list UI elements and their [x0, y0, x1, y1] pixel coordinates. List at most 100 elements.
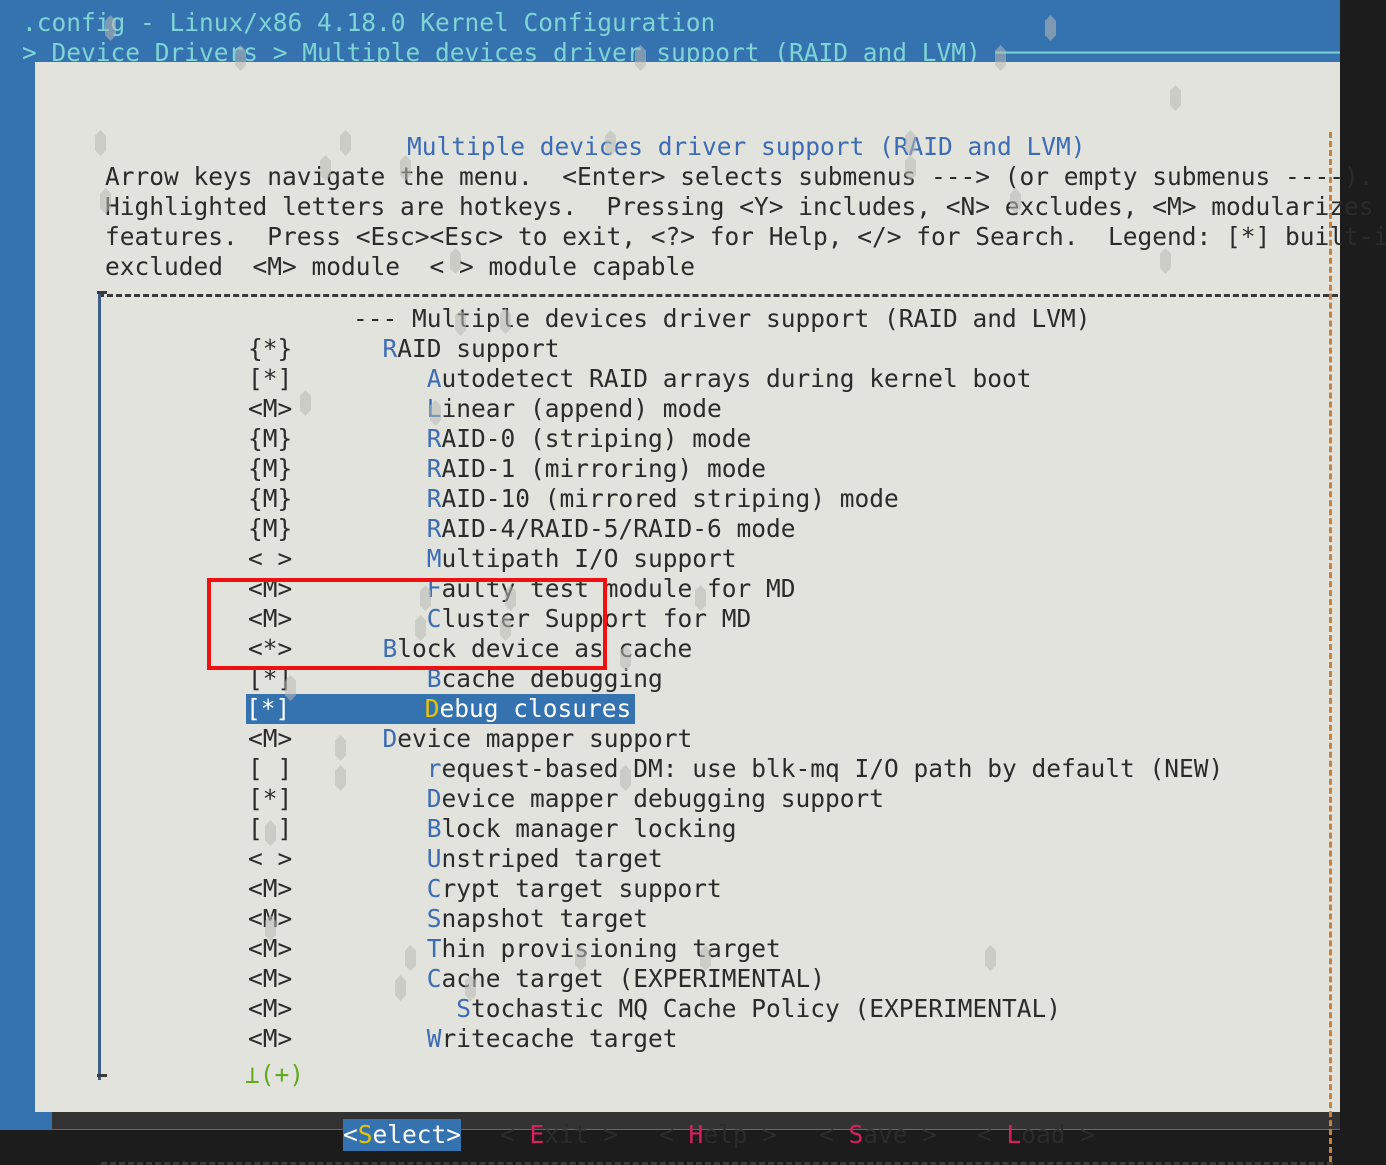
help-button[interactable]: < Help >	[659, 1119, 777, 1151]
menu-item-label: rypt target support	[441, 874, 722, 903]
menu-item[interactable]: {M} RAID-0 (striping) mode	[248, 424, 751, 454]
menu-item-label: napshot target	[441, 904, 649, 933]
menu-item-indent	[353, 1024, 427, 1053]
button-label: elect>	[372, 1120, 462, 1149]
menu-item-state: [*]	[248, 364, 293, 393]
menu-item-indent	[353, 994, 456, 1023]
menu-item[interactable]: [*] Debug closures	[246, 694, 636, 724]
dialog-button-bar: <Select> < Exit > < Help > < Save > < Lo…	[35, 1119, 1340, 1151]
menu-item[interactable]: {M} RAID-10 (mirrored striping) mode	[248, 484, 899, 514]
scroll-more-indicator: ⊥(+)	[245, 1060, 305, 1089]
menu-item-state: {M}	[248, 424, 293, 453]
menu-item-indent	[353, 424, 427, 453]
menu-item[interactable]: [*] Bcache debugging	[248, 664, 663, 694]
menu-list-box: --- Multiple devices driver support (RAI…	[97, 291, 1340, 1080]
menu-item-hotkey: B	[426, 664, 442, 693]
menu-item-hotkey: S	[426, 904, 442, 933]
menu-item[interactable]: [*] Device mapper debugging support	[248, 784, 884, 814]
menu-item[interactable]: [ ] Block manager locking	[248, 814, 737, 844]
select-button[interactable]: <Select>	[343, 1119, 462, 1151]
menu-item-state: <M>	[248, 874, 293, 903]
menu-item-label: tochastic MQ Cache Policy (EXPERIMENTAL)	[471, 994, 1062, 1023]
menu-item-label: AID-0 (striping) mode	[441, 424, 752, 453]
menu-item-indent	[353, 844, 427, 873]
help-line-2: Highlighted letters are hotkeys. Pressin…	[105, 192, 1374, 221]
menu-item[interactable]: --- Multiple devices driver support (RAI…	[248, 304, 1091, 334]
button-label: elp >	[703, 1120, 778, 1149]
menu-box-top-border	[98, 294, 1338, 297]
button-hotkey: S	[357, 1120, 373, 1149]
menu-item-label: ultipath I/O support	[441, 544, 737, 573]
menu-item-hotkey: R	[426, 454, 442, 483]
menu-item-state: {*}	[248, 334, 293, 363]
menu-item-hotkey: B	[382, 634, 398, 663]
menu-item-label: AID-10 (mirrored striping) mode	[441, 484, 899, 513]
button-label: xit >	[544, 1120, 619, 1149]
menu-item-indent	[353, 634, 383, 663]
menu-item-indent	[353, 484, 427, 513]
terminal-title-line: .config - Linux/x86 4.18.0 Kernel Config…	[22, 8, 716, 37]
menu-item[interactable]: <M> Snapshot target	[248, 904, 648, 934]
menu-item[interactable]: < > Multipath I/O support	[248, 544, 737, 574]
dialog-title: Multiple devices driver support (RAID an…	[407, 132, 1086, 161]
menu-item[interactable]: [*] Autodetect RAID arrays during kernel…	[248, 364, 1032, 394]
menu-item-state: {M}	[248, 484, 293, 513]
menu-item[interactable]: < > Unstriped target	[248, 844, 663, 874]
menu-item[interactable]: [ ] request-based DM: use blk-mq I/O pat…	[248, 754, 1223, 784]
menu-item-state: [ ]	[248, 814, 293, 843]
menu-item-state: <M>	[248, 1024, 293, 1053]
menu-item-state: < >	[248, 844, 293, 873]
help-line-1: Arrow keys navigate the menu. <Enter> se…	[105, 162, 1374, 191]
menu-item-indent	[353, 574, 427, 603]
menu-item-hotkey: C	[426, 604, 442, 633]
menu-item-label: equest-based DM: use blk-mq I/O path by …	[441, 754, 1224, 783]
menu-item-state: <M>	[248, 994, 293, 1023]
config-dialog: Multiple devices driver support (RAID an…	[35, 62, 1386, 1165]
menu-item-indent	[353, 784, 427, 813]
menu-item-label: inear (append) mode	[441, 394, 722, 423]
menu-item-label: ebug closures	[439, 694, 632, 723]
menu-item-hotkey: W	[426, 1024, 442, 1053]
menu-item[interactable]: <M> Faulty test module for MD	[248, 574, 796, 604]
menu-item[interactable]: <M> Cache target (EXPERIMENTAL)	[248, 964, 825, 994]
menu-item-state: <M>	[248, 934, 293, 963]
menu-item-state: [*]	[248, 664, 293, 693]
menu-item-indent	[353, 754, 427, 783]
menu-item-hotkey: T	[426, 934, 442, 963]
menu-item-state: <M>	[248, 604, 293, 633]
menu-item[interactable]: <M> Writecache target	[248, 1024, 678, 1054]
button-label: oad >	[1021, 1120, 1096, 1149]
menu-item-label: lock manager locking	[441, 814, 737, 843]
menu-item[interactable]: <M> Stochastic MQ Cache Policy (EXPERIME…	[248, 994, 1061, 1024]
exit-button[interactable]: < Exit >	[500, 1119, 618, 1151]
menu-item-indent	[353, 874, 427, 903]
menu-item[interactable]: {M} RAID-1 (mirroring) mode	[248, 454, 766, 484]
menu-item-label: lock device as cache	[397, 634, 693, 663]
load-button[interactable]: < Load >	[977, 1119, 1095, 1151]
menu-item[interactable]: <M> Cluster Support for MD	[248, 604, 751, 634]
menu-item[interactable]: {*} RAID support	[248, 334, 560, 364]
menu-box-corner-top-left	[97, 291, 107, 294]
save-button[interactable]: < Save >	[819, 1119, 937, 1151]
menu-item-label: evice mapper debugging support	[441, 784, 885, 813]
menu-item[interactable]: <M> Linear (append) mode	[248, 394, 722, 424]
button-bracket-left: <	[343, 1120, 358, 1149]
help-line-4: excluded <M> module < > module capable	[105, 252, 696, 281]
menu-item-hotkey: R	[426, 484, 442, 513]
menu-item-indent	[353, 514, 427, 543]
menu-item[interactable]: {M} RAID-4/RAID-5/RAID-6 mode	[248, 514, 796, 544]
menu-item-label: AID-1 (mirroring) mode	[441, 454, 767, 483]
menu-item-label: AID support	[397, 334, 560, 363]
button-bracket-left: <	[819, 1120, 849, 1149]
menu-item-label: nstriped target	[441, 844, 663, 873]
menu-item-hotkey: D	[382, 724, 398, 753]
menu-item-label: hin provisioning target	[441, 934, 781, 963]
menu-item-indent	[353, 724, 383, 753]
menu-item-hotkey: C	[426, 964, 442, 993]
menu-item-label: aulty test module for MD	[441, 574, 796, 603]
menu-item[interactable]: <M> Crypt target support	[248, 874, 722, 904]
menu-item-state: <*>	[248, 634, 293, 663]
menu-item[interactable]: <M> Device mapper support	[248, 724, 692, 754]
menu-item-hotkey: R	[382, 334, 398, 363]
menu-item-hotkey: A	[426, 364, 442, 393]
